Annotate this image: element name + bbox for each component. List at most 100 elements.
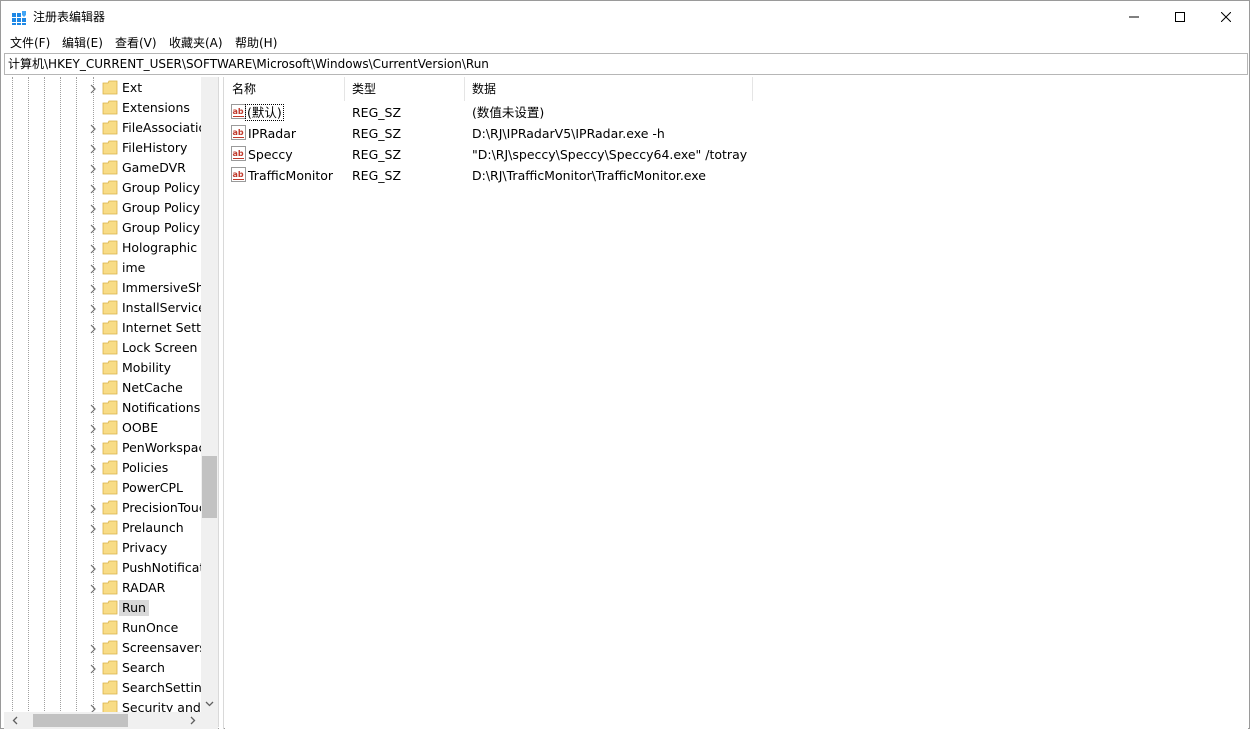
tree-item[interactable]: NetCache [4,378,204,398]
chevron-right-icon[interactable] [88,403,98,414]
chevron-right-icon[interactable] [88,183,98,194]
tree-item[interactable]: SearchSetting [4,678,204,698]
menu-file[interactable]: 文件(F) [10,35,50,51]
chevron-right-icon[interactable] [88,163,98,174]
tree-item[interactable]: Lock Screen [4,338,204,358]
folder-icon [102,460,118,475]
chevron-right-icon[interactable] [88,663,98,674]
value-name: Speccy [248,147,293,162]
key-tree[interactable]: Ext Extensions FileAssociatio FileHistory Ga… [4,77,219,727]
tree-item[interactable]: FileAssociatio [4,118,204,138]
chevron-right-icon[interactable] [88,123,98,134]
tree-item[interactable]: Run [4,598,204,618]
folder-icon [102,260,118,275]
value-list[interactable]: 名称 类型 数据 ab (默认) REG_SZ (数值未设置) ab IPRadar REG… [225,77,1248,729]
tree-item[interactable]: Notifications [4,398,204,418]
chevron-right-icon[interactable] [88,503,98,514]
tree-item[interactable]: FileHistory [4,138,204,158]
close-button[interactable] [1203,1,1249,32]
address-bar[interactable]: 计算机\HKEY_CURRENT_USER\SOFTWARE\Microsoft… [4,53,1248,75]
tree-item[interactable]: Extensions [4,98,204,118]
minimize-button[interactable] [1111,1,1157,32]
folder-icon [102,320,118,335]
tree-item[interactable]: InstallService [4,298,204,318]
tree-item[interactable]: Mobility [4,358,204,378]
chevron-down-icon [205,701,214,706]
tree-item[interactable]: Holographic [4,238,204,258]
tree-item-label: Privacy [122,540,168,555]
tree-item-label: RunOnce [122,620,179,635]
chevron-right-icon[interactable] [88,283,98,294]
folder-icon [102,280,118,295]
tree-vertical-scrollbar[interactable] [201,77,218,713]
tree-item[interactable]: Screensavers [4,638,204,658]
chevron-right-icon[interactable] [88,323,98,334]
value-row[interactable]: ab Speccy REG_SZ "D:\RJ\speccy\Speccy\Specc… [225,143,985,164]
menu-edit[interactable]: 编辑(E) [62,35,103,51]
string-value-icon: ab [231,104,246,119]
chevron-right-icon[interactable] [88,423,98,434]
tree-item[interactable]: RADAR [4,578,204,598]
chevron-right-icon[interactable] [88,203,98,214]
chevron-right-icon[interactable] [88,443,98,454]
tree-item[interactable]: OOBE [4,418,204,438]
tree-item-label: NetCache [122,380,183,395]
tree-item[interactable]: PenWorkspac [4,438,204,458]
value-type: REG_SZ [352,168,402,183]
value-name: IPRadar [248,126,297,141]
tree-item[interactable]: Group Policy [4,178,204,198]
tree-item[interactable]: Search [4,658,204,678]
tree-item-label: OOBE [122,420,159,435]
value-row[interactable]: ab (默认) REG_SZ (数值未设置) [225,101,985,122]
chevron-right-icon[interactable] [88,143,98,154]
chevron-right-icon[interactable] [88,83,98,94]
tree-item[interactable]: PrecisionTouc [4,498,204,518]
tree-item[interactable]: ime [4,258,204,278]
value-row[interactable]: ab IPRadar REG_SZ D:\RJ\IPRadarV5\IPRadar.e… [225,122,985,143]
chevron-left-icon [12,716,17,725]
chevron-right-icon[interactable] [88,583,98,594]
tree-item[interactable]: Internet Settir [4,318,204,338]
title-bar[interactable]: 注册表编辑器 [1,1,1249,32]
tree-hscroll-thumb[interactable] [33,714,128,727]
folder-icon [102,480,118,495]
chevron-right-icon[interactable] [88,303,98,314]
tree-item[interactable]: Privacy [4,538,204,558]
scroll-left-button[interactable] [6,712,23,729]
chevron-right-icon[interactable] [88,563,98,574]
minimize-icon [1129,16,1139,17]
chevron-right-icon[interactable] [88,263,98,274]
menu-help[interactable]: 帮助(H) [235,35,277,51]
chevron-right-icon[interactable] [88,243,98,254]
tree-item[interactable]: Policies [4,458,204,478]
tree-item[interactable]: PushNotificati [4,558,204,578]
tree-item[interactable]: Group Policy [4,198,204,218]
maximize-button[interactable] [1157,1,1203,32]
tree-scroll-thumb[interactable] [202,456,217,518]
value-row[interactable]: ab TrafficMonitor REG_SZ D:\RJ\TrafficMonit… [225,164,985,185]
svg-text:ab: ab [233,107,244,116]
tree-item[interactable]: Ext [4,78,204,98]
chevron-right-icon[interactable] [88,223,98,234]
folder-icon [102,620,118,635]
tree-item[interactable]: Group Policy ( [4,218,204,238]
column-header-data[interactable]: 数据 [465,77,753,101]
menu-view[interactable]: 查看(V) [115,35,157,51]
chevron-right-icon[interactable] [88,463,98,474]
tree-item[interactable]: RunOnce [4,618,204,638]
tree-item[interactable]: ImmersiveShe [4,278,204,298]
tree-item[interactable]: PowerCPL [4,478,204,498]
chevron-right-icon[interactable] [88,523,98,534]
scroll-down-button[interactable] [201,695,218,712]
folder-icon [102,380,118,395]
column-header-type[interactable]: 类型 [345,77,465,101]
menu-favorites[interactable]: 收藏夹(A) [169,35,223,51]
tree-item[interactable]: GameDVR [4,158,204,178]
pane-splitter[interactable] [219,77,224,729]
scroll-right-button[interactable] [184,712,201,729]
chevron-right-icon[interactable] [88,643,98,654]
tree-item[interactable]: Prelaunch [4,518,204,538]
address-path[interactable]: 计算机\HKEY_CURRENT_USER\SOFTWARE\Microsoft… [8,57,489,71]
column-header-name[interactable]: 名称 [225,77,345,101]
tree-item-label: PenWorkspac [122,440,204,455]
